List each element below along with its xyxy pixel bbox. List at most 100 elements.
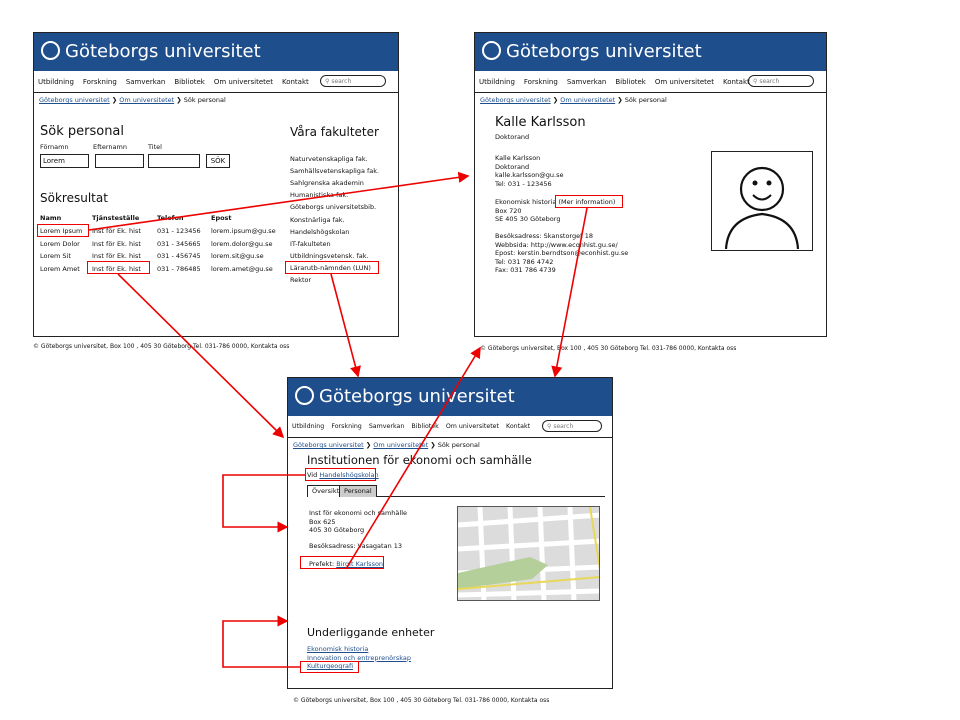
breadcrumb-current: Sök personal <box>183 96 226 104</box>
site-title: Göteborgs universitet <box>319 386 515 407</box>
table-cell: 031 - 786485 <box>157 264 201 273</box>
results-heading: Sökresultat <box>40 191 108 205</box>
table-cell: lorem.dolor@gu.se <box>211 239 273 248</box>
table-cell[interactable]: Lorem Sit <box>40 252 71 260</box>
nav-om-universitetet[interactable]: Om universitetet <box>655 78 714 86</box>
faculty-link[interactable]: Rektor <box>290 276 311 284</box>
highlight-person-name <box>37 224 89 237</box>
faculty-link[interactable]: Handelshögskolan <box>290 228 349 236</box>
person-photo <box>711 151 813 251</box>
table-row[interactable]: Lorem Amet Inst för Ek. hist 031 - 786485 l… <box>34 265 274 275</box>
col-tjanstestalle: Tjänsteställe <box>92 214 140 222</box>
breadcrumb: Göteborgs universitet ❯ Om universitetet… <box>39 96 226 104</box>
department-address: Inst för ekonomi och samhälle Box 625 405 … <box>309 509 408 535</box>
person-role: Doktorand <box>495 133 530 141</box>
faculty-link[interactable]: Göteborgs universitetsbib. <box>290 203 376 211</box>
nav-kontakt[interactable]: Kontakt <box>506 423 530 430</box>
smiley-icon <box>724 166 800 250</box>
breadcrumb-current: Sök personal <box>624 96 667 104</box>
site-header: Göteborgs universitet <box>34 33 398 71</box>
nav-samverkan[interactable]: Samverkan <box>567 78 607 86</box>
nav-samverkan[interactable]: Samverkan <box>369 423 405 430</box>
table-cell: lorem.sit@gu.se <box>211 252 264 260</box>
faculty-link[interactable]: Samhällsvetenskapliga fak. <box>290 167 379 175</box>
faculty-link[interactable]: Konstnärliga fak. <box>290 216 345 224</box>
nav-samverkan[interactable]: Samverkan <box>126 78 166 86</box>
breadcrumb-about[interactable]: Om universitetet <box>560 96 615 104</box>
nav-utbildning[interactable]: Utbildning <box>38 78 74 86</box>
footer-1: © Göteborgs universitet, Box 100 , 405 3… <box>33 343 290 350</box>
nav-kontakt[interactable]: Kontakt <box>282 78 309 86</box>
search-input[interactable]: ⚲ search <box>748 75 814 87</box>
search-input[interactable]: ⚲ search <box>320 75 386 87</box>
gu-logo-icon <box>482 41 501 60</box>
table-cell: lorem.amet@gu.se <box>211 264 273 273</box>
site-header: Göteborgs universitet <box>475 33 826 71</box>
title-field[interactable] <box>148 154 200 168</box>
person-wireframe: Göteborgs universitet Utbildning Forsknin… <box>474 32 827 337</box>
nav-utbildning[interactable]: Utbildning <box>479 78 515 86</box>
nav-om-universitetet[interactable]: Om universitetet <box>446 423 499 430</box>
faculty-link[interactable]: Naturvetenskapliga fak. <box>290 155 368 163</box>
nav-forskning[interactable]: Forskning <box>83 78 117 86</box>
table-row[interactable]: Lorem Sit Inst för Ek. hist 031 - 456745 lo… <box>34 252 274 262</box>
nav-utbildning[interactable]: Utbildning <box>292 423 324 430</box>
nav-bibliotek[interactable]: Bibliotek <box>411 423 438 430</box>
table-cell[interactable]: Lorem Amet <box>40 265 80 273</box>
map[interactable] <box>457 506 600 601</box>
gu-logo-icon <box>41 41 60 60</box>
footer-3: © Göteborgs universitet, Box 100 , 405 3… <box>293 697 550 704</box>
search-button[interactable]: SÖK <box>206 154 230 168</box>
tab-personal[interactable]: Personal <box>339 485 377 497</box>
nav-kontakt[interactable]: Kontakt <box>723 78 750 86</box>
table-cell[interactable]: Lorem Dolor <box>40 240 80 248</box>
col-namn: Namn <box>40 214 62 222</box>
faculty-link[interactable]: IT-fakulteten <box>290 240 331 248</box>
title-label: Titel <box>148 143 162 151</box>
search-staff-wireframe: Göteborgs universitet Utbildning Forsknin… <box>33 32 399 337</box>
highlight-department <box>87 261 150 274</box>
col-epost: Epost <box>211 214 232 222</box>
table-cell[interactable]: Inst för Ek. hist <box>92 252 141 260</box>
highlight-prefekt <box>300 556 384 569</box>
person-visit-info: Besöksadress: Skanstorget 18 Webbsida: ht… <box>495 232 629 275</box>
last-name-label: Efternamn <box>93 143 127 151</box>
first-name-field[interactable]: Lorem <box>40 154 89 168</box>
units-heading: Underliggande enheter <box>307 626 435 639</box>
breadcrumb: Göteborgs universitet ❯ Om universitetet… <box>480 96 667 104</box>
breadcrumb-current: Sök personal <box>437 441 480 449</box>
table-cell: lorem.ipsum@gu.se <box>211 227 276 235</box>
page-title: Sök personal <box>40 124 125 139</box>
breadcrumb-about[interactable]: Om universitetet <box>373 441 428 449</box>
breadcrumb-about[interactable]: Om universitetet <box>119 96 174 104</box>
faculty-link[interactable]: Utbildningsvetensk. fak. <box>290 252 369 260</box>
faculty-link[interactable]: Humanistiska fak. <box>290 191 348 199</box>
nav-bibliotek[interactable]: Bibliotek <box>174 78 204 86</box>
main-nav: Utbildning Forskning Samverkan Bibliotek Om … <box>288 416 612 438</box>
faculties-heading: Våra fakulteter <box>290 125 379 139</box>
breadcrumb-home[interactable]: Göteborgs universitet <box>39 96 110 104</box>
department-title: Institutionen för ekonomi och samhälle <box>307 453 532 467</box>
footer-2: © Göteborgs universitet, Box 100 , 405 3… <box>480 345 737 352</box>
nav-forskning[interactable]: Forskning <box>331 423 362 430</box>
breadcrumb-home[interactable]: Göteborgs universitet <box>480 96 551 104</box>
nav-forskning[interactable]: Forskning <box>524 78 558 86</box>
site-title: Göteborgs universitet <box>65 41 261 62</box>
breadcrumb-home[interactable]: Göteborgs universitet <box>293 441 364 449</box>
unit-link[interactable]: Ekonomisk historia <box>307 645 411 654</box>
search-input[interactable]: ⚲ search <box>542 420 602 432</box>
department-wireframe: Göteborgs universitet Utbildning Forsknin… <box>287 377 613 689</box>
highlight-school <box>305 468 376 481</box>
last-name-field[interactable] <box>95 154 144 168</box>
highlight-unit <box>300 661 359 673</box>
nav-bibliotek[interactable]: Bibliotek <box>615 78 645 86</box>
table-cell[interactable]: Inst för Ek. hist <box>92 227 141 235</box>
highlight-more-info <box>555 195 623 208</box>
nav-om-universitetet[interactable]: Om universitetet <box>214 78 273 86</box>
faculty-link[interactable]: Sahlgrenska akademin <box>290 179 364 187</box>
person-name-heading: Kalle Karlsson <box>495 115 586 130</box>
gu-logo-icon <box>295 386 314 405</box>
breadcrumb: Göteborgs universitet ❯ Om universitetet… <box>293 441 480 449</box>
table-row[interactable]: Lorem Dolor Inst för Ek. hist 031 - 345665… <box>34 240 274 250</box>
table-cell[interactable]: Inst för Ek. hist <box>92 240 141 248</box>
